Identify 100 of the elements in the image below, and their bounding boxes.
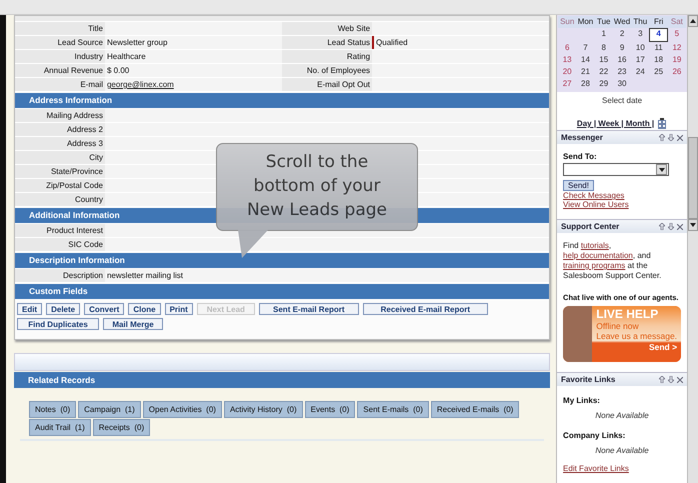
section-header: Description Information bbox=[14, 253, 550, 268]
support-text: Find tutorials, help documentation, and training programs at the Salesboom Support Center. bbox=[563, 241, 662, 281]
close-icon[interactable] bbox=[677, 134, 684, 140]
recipient-dropdown[interactable] bbox=[563, 163, 670, 176]
related-tab[interactable]: Campaign (1) bbox=[78, 401, 141, 418]
calendar-day[interactable]: 17 bbox=[631, 54, 650, 66]
field-label: Industry bbox=[14, 50, 105, 63]
calendar-day[interactable]: 14 bbox=[576, 54, 595, 66]
related-tab[interactable]: Notes (0) bbox=[28, 401, 76, 418]
related-tab[interactable]: Open Activities (0) bbox=[142, 401, 222, 418]
action-button[interactable]: Received E-mail Report bbox=[362, 303, 488, 315]
weekday-label: Sun bbox=[558, 16, 576, 28]
support-link[interactable]: training programs bbox=[563, 261, 626, 270]
calendar-day[interactable]: 1 bbox=[594, 28, 613, 40]
related-tab[interactable]: Receipts (0) bbox=[92, 419, 150, 436]
calendar-day[interactable]: 19 bbox=[668, 54, 686, 66]
send-button[interactable]: Send! bbox=[563, 180, 594, 191]
calendar-day[interactable]: 4 bbox=[649, 28, 668, 42]
callout-tail bbox=[238, 230, 268, 258]
widget-title: Favorite Links bbox=[561, 375, 616, 384]
action-button[interactable]: Convert bbox=[84, 303, 124, 315]
down-arrow-icon[interactable] bbox=[668, 134, 674, 141]
calendar-day[interactable]: 12 bbox=[668, 42, 686, 54]
calendar-day[interactable]: 13 bbox=[558, 54, 576, 66]
scroll-thumb[interactable] bbox=[688, 137, 698, 219]
field-value: newsletter mailing list bbox=[104, 269, 550, 282]
calendar-day[interactable]: 11 bbox=[649, 42, 668, 54]
calendar-day[interactable]: 18 bbox=[649, 54, 668, 66]
calendar-day[interactable]: 3 bbox=[631, 28, 650, 40]
calendar-day[interactable]: 28 bbox=[576, 78, 595, 90]
field-label: Title bbox=[14, 22, 105, 35]
calendar-day[interactable]: 9 bbox=[612, 42, 632, 54]
calendar-day[interactable]: 5 bbox=[668, 28, 686, 40]
field-label: E-mail bbox=[14, 78, 105, 91]
up-arrow-icon[interactable] bbox=[659, 223, 666, 230]
scroll-up-icon[interactable] bbox=[690, 19, 696, 23]
weekday-label: Tue bbox=[594, 16, 613, 28]
live-help-banner[interactable]: LIVE HELP Offline now Leave us a message. Send > bbox=[563, 306, 682, 362]
action-button[interactable]: Clone bbox=[128, 303, 161, 315]
support-link[interactable]: help documentation bbox=[563, 251, 633, 260]
calendar-day[interactable]: 8 bbox=[594, 42, 613, 54]
calendar-day[interactable]: 20 bbox=[558, 66, 576, 78]
calendar-day[interactable]: 30 bbox=[612, 78, 632, 90]
related-tab[interactable]: Received E-mails (0) bbox=[430, 401, 520, 418]
related-tab[interactable]: Sent E-mails (0) bbox=[357, 401, 429, 418]
messenger-link[interactable]: Check Messages bbox=[563, 191, 682, 200]
scrollbar[interactable] bbox=[688, 15, 698, 483]
empty-text: None Available bbox=[594, 445, 650, 457]
messenger-link[interactable]: View Online Users bbox=[563, 200, 682, 209]
action-button[interactable]: Delete bbox=[46, 303, 80, 315]
calendar-day[interactable]: 27 bbox=[558, 78, 576, 90]
support-link[interactable]: tutorials bbox=[580, 241, 609, 250]
calendar-caption: Select date bbox=[601, 95, 644, 107]
weekday-label: Mon bbox=[576, 16, 595, 28]
calendar-day[interactable]: 15 bbox=[594, 54, 613, 66]
email-link[interactable]: george@linex.com bbox=[106, 80, 174, 89]
action-button[interactable]: Find Duplicates bbox=[16, 318, 99, 330]
weekday-label: Fri bbox=[649, 16, 668, 28]
section-header: Address Information bbox=[14, 93, 550, 108]
calendar-day[interactable]: 23 bbox=[612, 66, 632, 78]
calendar-day[interactable]: 25 bbox=[649, 66, 668, 78]
calendar-day[interactable]: 6 bbox=[558, 42, 576, 54]
banner-send: Send > bbox=[648, 342, 678, 352]
photo-placeholder bbox=[563, 306, 592, 362]
field-value: $ 0.00 bbox=[104, 64, 282, 77]
up-arrow-icon[interactable] bbox=[659, 134, 666, 141]
calendar-view-links[interactable]: Day | Week | Month | bbox=[576, 119, 654, 128]
field-label: Web Site bbox=[282, 22, 372, 35]
field-label: Description bbox=[14, 269, 105, 282]
calendar-day[interactable]: 2 bbox=[612, 28, 632, 40]
field-label: No. of Employees bbox=[282, 64, 372, 77]
widget-title: Messenger bbox=[561, 133, 603, 142]
action-button[interactable]: Edit bbox=[16, 303, 42, 315]
scroll-down-icon[interactable] bbox=[690, 223, 696, 227]
send-to-label: Send To: bbox=[563, 152, 598, 161]
down-arrow-icon[interactable] bbox=[668, 223, 674, 230]
field-label: E-mail Opt Out bbox=[282, 78, 372, 91]
action-button[interactable]: Mail Merge bbox=[102, 318, 163, 330]
calendar-day[interactable]: 24 bbox=[631, 66, 650, 78]
close-icon[interactable] bbox=[677, 376, 684, 382]
action-button[interactable]: Print bbox=[164, 303, 193, 315]
up-arrow-icon[interactable] bbox=[659, 376, 666, 383]
related-tab[interactable]: Activity History (0) bbox=[224, 401, 303, 418]
calendar-day[interactable]: 22 bbox=[594, 66, 613, 78]
close-icon[interactable] bbox=[677, 224, 684, 230]
calendar-day[interactable]: 7 bbox=[576, 42, 595, 54]
action-button[interactable]: Sent E-mail Report bbox=[258, 303, 359, 315]
down-arrow-icon[interactable] bbox=[668, 376, 674, 383]
field-label: City bbox=[14, 151, 105, 164]
calendar-day[interactable]: 29 bbox=[594, 78, 613, 90]
calendar-day[interactable]: 16 bbox=[612, 54, 632, 66]
related-tab[interactable]: Audit Trail (1) bbox=[28, 419, 91, 436]
related-tab[interactable]: Events (0) bbox=[304, 401, 356, 418]
links-group-title: My Links: bbox=[563, 396, 601, 405]
calendar-day[interactable]: 26 bbox=[668, 66, 686, 78]
section-header: Custom Fields bbox=[14, 284, 550, 299]
calendar-day[interactable]: 21 bbox=[576, 66, 595, 78]
calendar-day[interactable]: 10 bbox=[631, 42, 650, 54]
edit-links-link[interactable]: Edit Favorite Links bbox=[563, 464, 682, 473]
field-label: Lead Source bbox=[14, 36, 105, 49]
